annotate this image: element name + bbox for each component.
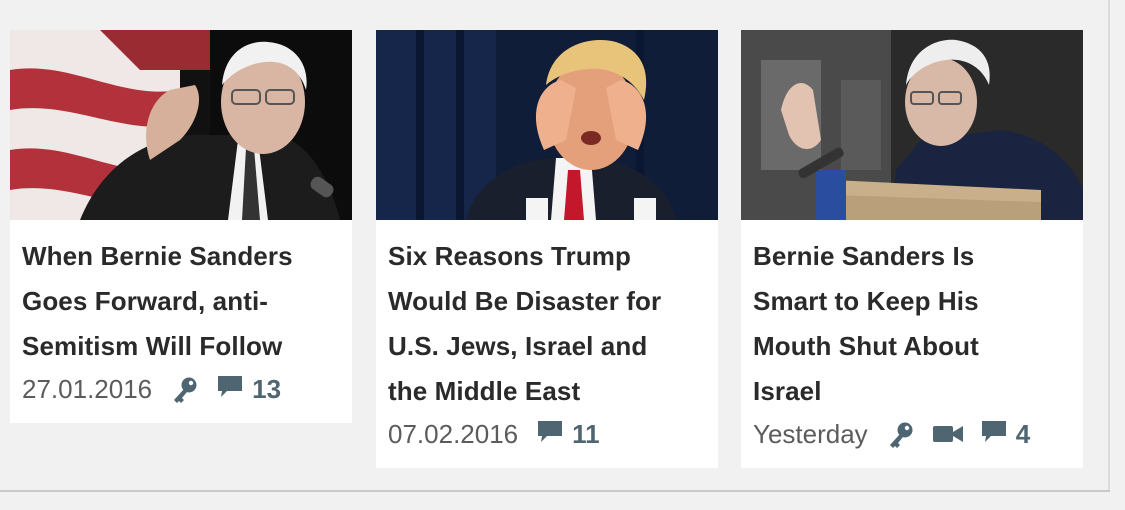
video-icon — [932, 422, 964, 446]
comment-count: 4 — [1015, 418, 1031, 449]
comment-icon — [980, 417, 1008, 452]
comment-count: 11 — [572, 418, 600, 449]
title-line: Goes Forward, anti- — [22, 286, 269, 316]
comment-icon — [536, 417, 564, 452]
article-date: 07.02.2016 — [388, 418, 519, 449]
title-line: Israel — [753, 376, 822, 406]
title-line: Six Reasons Trump — [388, 241, 631, 271]
article-meta-1: 27.01.2016 13 — [22, 367, 340, 411]
article-date: Yesterday — [753, 418, 868, 449]
article-date: 27.01.2016 — [22, 373, 153, 404]
title-line: the Middle East — [388, 376, 581, 406]
comment-count-link[interactable]: 4 — [980, 417, 1030, 452]
title-line: Smart to Keep His — [753, 286, 979, 316]
article-title-2[interactable]: Six Reasons Trump Would Be Disaster for … — [388, 234, 706, 414]
key-icon — [170, 374, 200, 404]
article-thumbnail-2[interactable] — [376, 30, 718, 220]
title-line: Would Be Disaster for — [388, 286, 662, 316]
bottom-divider — [0, 490, 1110, 492]
article-strip: When Bernie Sanders Goes Forward, anti- … — [0, 0, 1110, 490]
bernie-podium-photo — [741, 30, 1083, 220]
comment-count: 13 — [252, 373, 282, 404]
article-meta-3: Yesterday 4 — [753, 412, 1071, 456]
key-icon — [886, 419, 916, 449]
article-thumbnail-3[interactable] — [741, 30, 1083, 220]
trump-facepalm-photo — [376, 30, 718, 220]
title-line: Semitism Will Follow — [22, 331, 283, 361]
comment-icon — [216, 372, 244, 407]
comment-count-link[interactable]: 11 — [536, 417, 600, 452]
title-line: When Bernie Sanders — [22, 241, 293, 271]
article-card-2[interactable]: Six Reasons Trump Would Be Disaster for … — [376, 30, 718, 468]
right-divider — [1108, 0, 1110, 492]
bernie-speaking-photo — [10, 30, 352, 220]
title-line: U.S. Jews, Israel and — [388, 331, 648, 361]
article-card-3[interactable]: Bernie Sanders Is Smart to Keep His Mout… — [741, 30, 1083, 468]
title-line: Mouth Shut About — [753, 331, 979, 361]
article-title-1[interactable]: When Bernie Sanders Goes Forward, anti- … — [22, 234, 340, 369]
article-card-1[interactable]: When Bernie Sanders Goes Forward, anti- … — [10, 30, 352, 423]
comment-count-link[interactable]: 13 — [216, 372, 281, 407]
article-thumbnail-1[interactable] — [10, 30, 352, 220]
article-meta-2: 07.02.2016 11 — [388, 412, 706, 456]
article-title-3[interactable]: Bernie Sanders Is Smart to Keep His Mout… — [753, 234, 1071, 414]
title-line: Bernie Sanders Is — [753, 241, 975, 271]
